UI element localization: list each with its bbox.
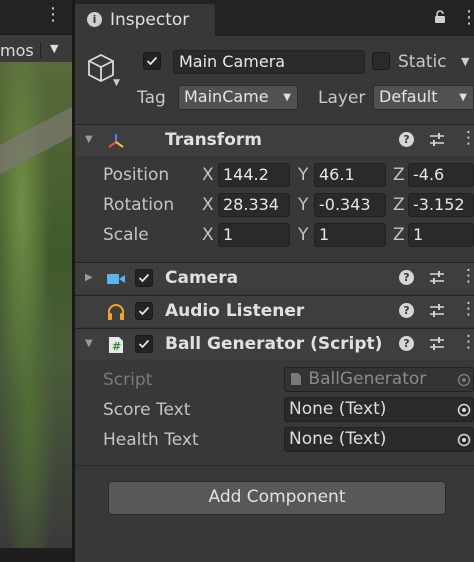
scene-tab-bar: ⋮	[0, 0, 72, 35]
position-z-field[interactable]: -4.6	[408, 163, 474, 187]
object-picker-icon[interactable]	[457, 433, 471, 447]
ball-generator-enabled-checkbox[interactable]	[135, 335, 153, 353]
axis-x-label[interactable]: X	[202, 195, 214, 215]
axis-y-label[interactable]: Y	[298, 165, 308, 185]
svg-text:#: #	[112, 340, 121, 353]
rotation-z-field[interactable]: -3.152	[408, 193, 474, 217]
foldout-expanded-icon[interactable]: ▼	[85, 134, 93, 145]
chevron-down-icon: ▼	[283, 92, 291, 103]
toolbar-divider	[40, 42, 41, 58]
tag-value: MainCame	[184, 87, 269, 106]
object-picker-icon[interactable]	[457, 403, 471, 417]
axis-z-label[interactable]: Z	[393, 225, 405, 245]
score-text-label: Score Text	[103, 400, 191, 420]
gameobject-name-field[interactable]: Main Camera	[173, 50, 365, 74]
headphones-icon	[108, 304, 124, 320]
foldout-collapsed-icon[interactable]: ▶	[85, 272, 93, 283]
score-text-field[interactable]: None (Text)	[284, 397, 474, 422]
script-label: Script	[103, 370, 153, 390]
static-label: Static	[398, 52, 447, 72]
gizmos-button[interactable]: mos	[0, 41, 34, 60]
kebab-menu-icon[interactable]: ⋮	[460, 128, 474, 148]
ball-generator-title: Ball Generator (Script)	[165, 334, 383, 354]
add-component-button[interactable]: Add Component	[108, 481, 446, 515]
object-picker-icon	[457, 373, 471, 387]
tab-inspector[interactable]: i Inspector	[75, 4, 215, 36]
scene-viewport[interactable]	[0, 62, 90, 548]
layer-value: Default	[379, 87, 438, 106]
script-field: BallGenerator	[284, 367, 474, 392]
layer-label: Layer	[318, 88, 366, 108]
axis-x-label[interactable]: X	[202, 225, 214, 245]
active-checkbox[interactable]	[143, 52, 161, 70]
rotation-x-field[interactable]: 28.334	[218, 193, 290, 217]
health-text-field[interactable]: None (Text)	[284, 427, 474, 452]
scale-label: Scale	[103, 225, 149, 245]
scene-panel: ⋮ mos ▼	[0, 0, 90, 562]
help-icon[interactable]: ?	[399, 132, 414, 147]
axis-z-label[interactable]: Z	[393, 195, 405, 215]
tag-dropdown[interactable]: MainCame ▼	[178, 85, 298, 110]
kebab-menu-icon[interactable]: ⋮	[460, 299, 474, 319]
camera-enabled-checkbox[interactable]	[135, 269, 153, 287]
help-icon[interactable]: ?	[399, 336, 414, 351]
static-dropdown-arrow-icon[interactable]: ▼	[461, 55, 469, 68]
section-divider	[75, 465, 474, 466]
foldout-expanded-icon[interactable]: ▼	[85, 338, 93, 349]
sliders-icon[interactable]	[428, 303, 446, 319]
static-checkbox[interactable]	[372, 52, 390, 70]
audio-listener-title: Audio Listener	[165, 301, 305, 321]
icon-dropdown-arrow-icon[interactable]: ▼	[113, 78, 120, 88]
info-icon: i	[87, 12, 102, 27]
rotation-y-field[interactable]: -0.343	[314, 193, 386, 217]
transform-header[interactable]: ▼ Transform ? ⋮	[75, 124, 474, 156]
sliders-icon[interactable]	[428, 132, 446, 148]
chevron-down-icon: ▼	[459, 92, 467, 103]
axis-x-label[interactable]: X	[202, 165, 214, 185]
gizmos-dropdown-arrow-icon[interactable]: ▼	[50, 42, 58, 55]
kebab-menu-icon[interactable]: ⋮	[460, 332, 474, 352]
sliders-icon[interactable]	[428, 270, 446, 286]
axis-y-label[interactable]: Y	[298, 195, 308, 215]
kebab-menu-icon[interactable]: ⋮	[460, 7, 474, 28]
position-y-field[interactable]: 46.1	[314, 163, 386, 187]
tag-label: Tag	[137, 88, 166, 108]
axis-z-label[interactable]: Z	[393, 165, 405, 185]
script-icon: #	[109, 337, 123, 353]
transform-gizmo-icon	[108, 134, 124, 148]
camera-title: Camera	[165, 268, 239, 288]
layer-dropdown[interactable]: Default ▼	[373, 85, 474, 110]
script-value: BallGenerator	[308, 369, 427, 389]
axis-y-label[interactable]: Y	[298, 225, 308, 245]
sliders-icon[interactable]	[428, 336, 446, 352]
ball-generator-header[interactable]: ▼ # Ball Generator (Script) ? ⋮	[75, 328, 474, 360]
scale-x-field[interactable]: 1	[218, 223, 290, 247]
health-text-label: Health Text	[103, 430, 199, 450]
scene-menu-icon[interactable]: ⋮	[44, 4, 62, 25]
scene-toolbar: mos ▼	[0, 38, 72, 63]
scene-footer	[0, 548, 72, 562]
position-label: Position	[103, 165, 170, 185]
audio-listener-header[interactable]: Audio Listener ? ⋮	[75, 295, 474, 327]
scale-y-field[interactable]: 1	[314, 223, 386, 247]
audio-listener-enabled-checkbox[interactable]	[135, 302, 153, 320]
rotation-label: Rotation	[103, 195, 175, 215]
help-icon[interactable]: ?	[399, 303, 414, 318]
inspector-panel: i Inspector ⋮ ▼ Main Camera Static ▼ Tag…	[75, 0, 474, 562]
help-icon[interactable]: ?	[399, 270, 414, 285]
position-x-field[interactable]: 144.2	[218, 163, 290, 187]
scale-z-field[interactable]: 1	[408, 223, 474, 247]
lock-icon[interactable]	[433, 10, 447, 24]
transform-title: Transform	[165, 130, 262, 150]
tab-label: Inspector	[110, 10, 190, 30]
video-camera-icon	[107, 274, 125, 284]
kebab-menu-icon[interactable]: ⋮	[460, 266, 474, 286]
camera-header[interactable]: ▶ Camera ? ⋮	[75, 262, 474, 294]
inspector-tab-bar: i Inspector ⋮	[75, 0, 474, 36]
script-icon	[291, 373, 301, 385]
